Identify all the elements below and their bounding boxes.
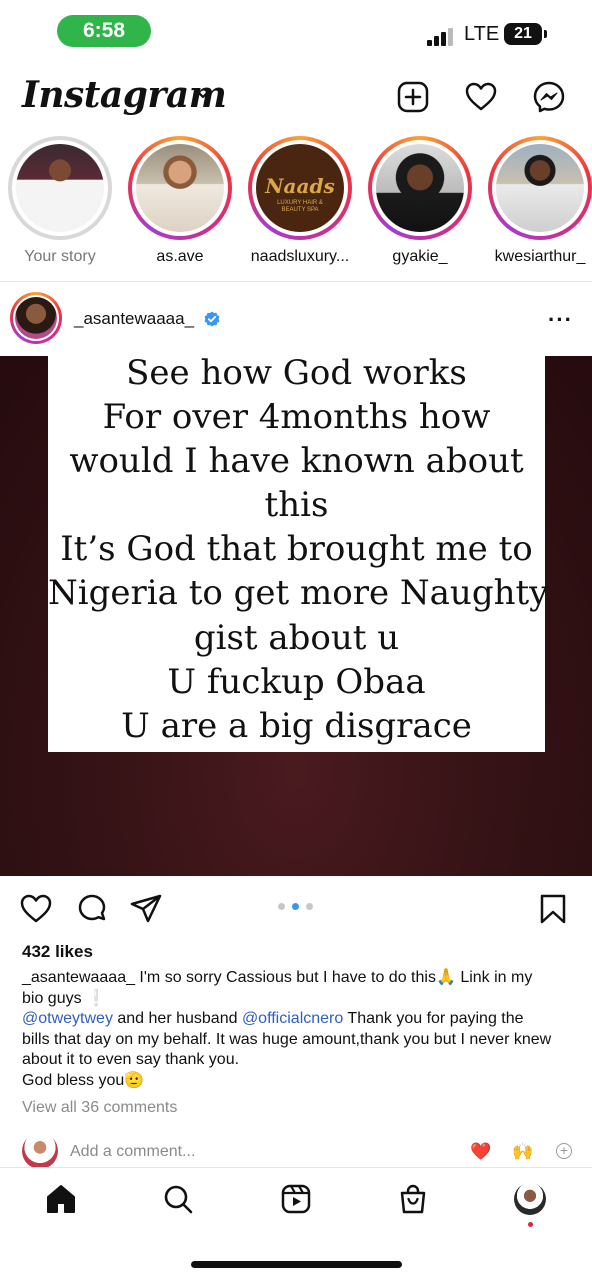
like-heart-icon[interactable] <box>19 892 53 926</box>
post-image[interactable]: See how God works For over 4months how w… <box>0 356 592 876</box>
heart-icon[interactable] <box>464 80 498 114</box>
story-naadsluxury[interactable]: Naads LUXURY HAIR & BEAUTY SPA naadsluxu… <box>248 136 352 271</box>
profile-avatar[interactable] <box>514 1183 546 1215</box>
quote-line: would I have known about <box>69 441 524 481</box>
quote-line: this <box>264 485 329 525</box>
story-as-ave[interactable]: as.ave <box>128 136 232 271</box>
home-icon[interactable] <box>44 1182 78 1216</box>
add-emoji-icon[interactable]: + <box>556 1143 572 1159</box>
signal-icon <box>427 26 459 46</box>
more-options-icon[interactable]: ··· <box>548 309 573 331</box>
story-avatar <box>136 144 224 232</box>
post-actions <box>0 886 592 932</box>
caption-text: God bless you🫡 <box>22 1071 145 1089</box>
battery-nub <box>544 30 547 38</box>
stories-tray: Your story as.ave Naads LUXURY HAIR & BE… <box>0 136 592 276</box>
story-your-story[interactable]: Your story <box>8 136 112 271</box>
app-header: Instagram <box>0 68 592 128</box>
post-header: _asantewaaaa_ ··· <box>0 290 592 352</box>
add-comment-row: Add a comment... ❤️ 🙌 + <box>0 1133 592 1169</box>
post-caption: _asantewaaaa_ I'm so sorry Cassious but … <box>22 968 552 1091</box>
story-name: naadsluxury... <box>250 248 350 265</box>
quick-emoji-raised-hands[interactable]: 🙌 <box>512 1142 533 1162</box>
status-bar: 6:58 LTE 21 <box>0 0 592 62</box>
story-name: kwesiarthur_ <box>494 248 586 265</box>
add-comment-input[interactable]: Add a comment... <box>70 1143 195 1161</box>
quote-line: gist about u <box>193 618 400 658</box>
quote-line: U are a big disgrace <box>121 706 472 746</box>
quote-card: See how God works For over 4months how w… <box>48 356 549 752</box>
home-indicator[interactable] <box>191 1261 402 1268</box>
post-avatar[interactable] <box>10 292 62 344</box>
quote-line: For over 4months how <box>102 397 491 437</box>
quote-line: Nigeria to get more Naughty <box>48 573 549 613</box>
stories-divider <box>0 281 592 282</box>
mention-link[interactable]: @otweytwey <box>22 1010 113 1027</box>
quote-line: See how God works <box>126 356 467 393</box>
messenger-icon[interactable] <box>532 80 566 114</box>
shop-icon[interactable] <box>396 1182 430 1216</box>
chevron-down-icon[interactable] <box>195 88 211 100</box>
story-avatar <box>376 144 464 232</box>
caption-text: and her husband <box>112 1010 242 1027</box>
notification-dot <box>528 1222 533 1227</box>
share-send-icon[interactable] <box>129 892 163 926</box>
quote-line: It’s God that brought me to <box>60 529 533 569</box>
quick-emoji-heart[interactable]: ❤️ <box>470 1142 491 1162</box>
caption-username[interactable]: _asantewaaaa_ <box>22 969 135 986</box>
bottom-nav <box>0 1167 592 1235</box>
naads-logo-text: Naads <box>265 174 335 198</box>
bookmark-icon[interactable] <box>536 892 570 926</box>
like-count[interactable]: 432 likes <box>22 942 93 962</box>
search-icon[interactable] <box>161 1182 195 1216</box>
network-type: LTE <box>464 23 500 45</box>
verified-badge-icon <box>204 311 220 327</box>
add-post-icon[interactable] <box>396 80 430 114</box>
comment-icon[interactable] <box>75 892 109 926</box>
commenter-avatar <box>22 1133 58 1169</box>
post-username[interactable]: _asantewaaaa_ <box>74 309 194 329</box>
mention-link[interactable]: @officialcnero <box>242 1010 343 1027</box>
view-all-comments-link[interactable]: View all 36 comments <box>22 1099 177 1117</box>
naads-logo-subtext: LUXURY HAIR & BEAUTY SPA <box>277 200 323 213</box>
quote-line: U fuckup Obaa <box>167 662 426 702</box>
reels-icon[interactable] <box>279 1182 313 1216</box>
status-time: 6:58 <box>57 15 151 47</box>
story-avatar <box>496 144 584 232</box>
story-avatar: Naads LUXURY HAIR & BEAUTY SPA <box>256 144 344 232</box>
story-gyakie[interactable]: gyakie_ <box>368 136 472 271</box>
story-avatar <box>16 144 104 232</box>
battery-icon: 21 <box>504 23 542 45</box>
story-name: gyakie_ <box>392 248 448 265</box>
story-name: as.ave <box>156 248 204 265</box>
carousel-dots <box>278 903 318 911</box>
story-name: Your story <box>24 248 96 265</box>
story-kwesiarthur[interactable]: kwesiarthur_ <box>488 136 592 271</box>
